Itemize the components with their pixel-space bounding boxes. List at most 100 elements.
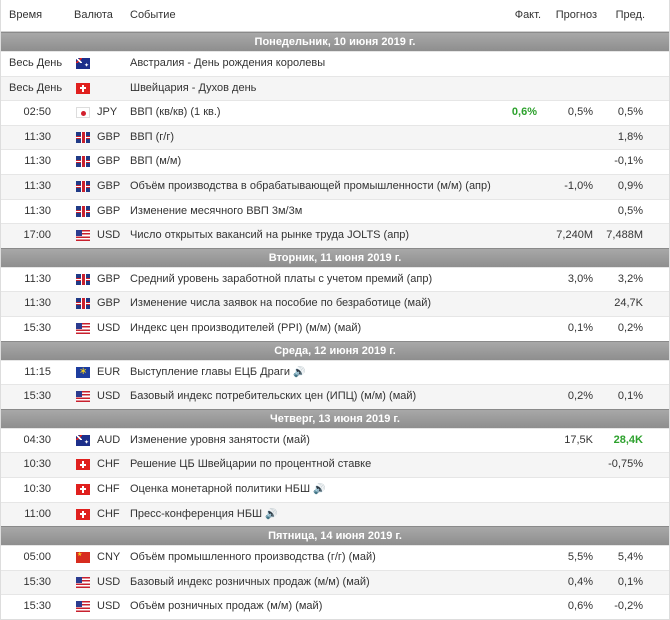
event-row[interactable]: 04:30 AUD Изменение уровня занятости (май)… bbox=[1, 427, 669, 453]
event-actual: 0,6% bbox=[511, 106, 537, 119]
event-currency: JPY bbox=[97, 106, 118, 119]
header-previous[interactable]: Пред. bbox=[616, 9, 645, 21]
day-header: Понедельник, 10 июня 2019 г. bbox=[1, 32, 669, 51]
event-time: 15:30 bbox=[23, 321, 51, 334]
event-title-text: Объём розничных продаж (м/м) (май) bbox=[130, 600, 323, 613]
event-previous: 0,1% bbox=[617, 575, 643, 588]
switzerland-flag-icon bbox=[76, 82, 90, 94]
event-forecast: 5,5% bbox=[567, 551, 593, 564]
event-row[interactable]: 11:00 CHF Пресс-конференция НБШ 🔊 bbox=[1, 501, 669, 527]
event-row[interactable]: 15:30 USD Базовый индекс розничных продаж … bbox=[1, 569, 669, 595]
event-forecast: 0,4% bbox=[567, 575, 593, 588]
event-title[interactable]: Изменение числа заявок на пособие по без… bbox=[130, 292, 431, 315]
event-title[interactable]: Австралия - День рождения королевы bbox=[130, 52, 325, 75]
event-previous: 5,4% bbox=[617, 551, 643, 564]
event-title[interactable]: Индекс цен производителей (PPI) (м/м) (м… bbox=[130, 317, 361, 340]
event-previous: 0,1% bbox=[617, 390, 643, 403]
event-title-text: Индекс цен производителей (PPI) (м/м) (м… bbox=[130, 321, 362, 334]
event-previous: -0,1% bbox=[614, 155, 643, 168]
event-title[interactable]: Изменение месячного ВВП 3м/3м bbox=[130, 200, 302, 223]
event-title-text: Базовый индекс розничных продаж (м/м) (м… bbox=[130, 575, 370, 588]
event-time: Весь День bbox=[9, 57, 63, 69]
event-title-text: ВВП (г/г) bbox=[130, 130, 175, 143]
event-row[interactable]: 17:00 USD Число открытых вакансий на рынке… bbox=[1, 223, 669, 248]
uk-flag-icon bbox=[76, 180, 90, 192]
event-row[interactable]: Весь День Австралия - День рождения корол… bbox=[1, 51, 669, 76]
event-currency: USD bbox=[97, 390, 121, 403]
event-title-text: Решение ЦБ Швейцарии по процентной ставк… bbox=[130, 458, 372, 471]
event-title-text: Объём промышленного производства (г/г) (… bbox=[130, 551, 376, 564]
event-row[interactable]: 11:30 GBP Изменение числа заявок на пособи… bbox=[1, 291, 669, 316]
day-header: Пятница, 14 июня 2019 г. bbox=[1, 526, 669, 546]
usa-flag-icon bbox=[76, 576, 90, 588]
event-row[interactable]: 11:30 GBP ВВП (м/м) -0,1% bbox=[1, 149, 669, 174]
header-actual[interactable]: Факт. bbox=[515, 9, 541, 21]
event-title[interactable]: Решение ЦБ Швейцарии по процентной ставк… bbox=[130, 453, 371, 476]
uk-flag-icon bbox=[76, 298, 90, 310]
event-title[interactable]: Базовый индекс потребительских цен (ИПЦ)… bbox=[130, 385, 416, 408]
event-currency: GBP bbox=[97, 297, 121, 310]
event-title[interactable]: Выступление главы ЕЦБ Драги 🔊 bbox=[130, 361, 305, 384]
event-row[interactable]: 11:30 GBP Изменение месячного ВВП 3м/3м 0,5… bbox=[1, 198, 669, 224]
event-time: 02:50 bbox=[23, 106, 51, 119]
event-title[interactable]: Объём производства в обрабатывающей пром… bbox=[130, 175, 491, 198]
event-forecast: -1,0% bbox=[564, 179, 593, 192]
event-title[interactable]: Число открытых вакансий на рынке труда J… bbox=[130, 224, 409, 247]
event-previous: 0,5% bbox=[617, 204, 643, 217]
event-previous: 3,2% bbox=[617, 272, 643, 285]
event-forecast: 3,0% bbox=[567, 272, 593, 285]
event-row[interactable]: 10:30 CHF Оценка монетарной политики НБШ 🔊 bbox=[1, 476, 669, 502]
event-previous: 0,2% bbox=[617, 321, 643, 334]
japan-flag-icon bbox=[76, 107, 90, 119]
event-row[interactable]: 15:30 USD Индекс цен производителей (PPI) … bbox=[1, 315, 669, 341]
event-currency: EUR bbox=[97, 365, 121, 378]
event-previous: 0,9% bbox=[617, 179, 643, 192]
event-title[interactable]: Швейцария - Духов день bbox=[130, 77, 256, 100]
event-row[interactable]: 11:15 EUR Выступление главы ЕЦБ Драги🔊 bbox=[1, 359, 669, 385]
event-title-text: ВВП (м/м) bbox=[130, 155, 182, 168]
event-time: 11:30 bbox=[24, 179, 51, 192]
event-title[interactable]: Средний уровень заработной платы с учето… bbox=[130, 268, 432, 291]
event-currency: GBP bbox=[97, 130, 121, 143]
usa-flag-icon bbox=[76, 391, 90, 403]
event-row[interactable]: 15:30 USD Базовый индекс потребительских ц… bbox=[1, 384, 669, 409]
event-time: 17:00 bbox=[23, 229, 51, 242]
event-row[interactable]: 10:30 CHF Решение ЦБ Швейцарии по процентн… bbox=[1, 452, 669, 477]
event-row[interactable]: 11:30 GBP Средний уровень заработной платы… bbox=[1, 266, 669, 292]
event-forecast: 0,2% bbox=[567, 390, 593, 403]
event-title-text: Изменение числа заявок на пособие по без… bbox=[130, 297, 432, 310]
event-currency: GBP bbox=[97, 204, 121, 217]
event-title-text: Пресс-конференция НБШ bbox=[130, 507, 263, 520]
event-currency: AUD bbox=[97, 433, 121, 446]
event-time: 11:30 bbox=[24, 130, 51, 143]
header-time[interactable]: Время bbox=[9, 9, 42, 21]
event-title[interactable]: ВВП (кв/кв) (1 кв.) bbox=[130, 101, 221, 124]
event-row[interactable]: 05:00 CNY Объём промышленного производства… bbox=[1, 545, 669, 570]
event-title[interactable]: ВВП (г/г) bbox=[130, 126, 174, 149]
event-title[interactable]: Объём промышленного производства (г/г) (… bbox=[130, 546, 376, 569]
event-row[interactable]: Весь День Швейцария - Духов день bbox=[1, 75, 669, 101]
event-row[interactable]: 11:30 GBP Объём производства в обрабатываю… bbox=[1, 173, 669, 199]
header-event[interactable]: Событие bbox=[130, 9, 176, 21]
event-title[interactable]: Изменение уровня занятости (май) bbox=[130, 429, 310, 452]
event-title[interactable]: ВВП (м/м) bbox=[130, 150, 181, 173]
event-title[interactable]: Базовый индекс розничных продаж (м/м) (м… bbox=[130, 571, 370, 594]
event-row[interactable]: 02:50 JPY ВВП (кв/кв) (1 кв.) 0,6% 0,5% 0,5% bbox=[1, 100, 669, 125]
event-title[interactable]: Оценка монетарной политики НБШ 🔊 bbox=[130, 478, 326, 501]
speech-icon: 🔊 bbox=[293, 366, 306, 378]
event-time: 11:30 bbox=[24, 272, 51, 285]
event-previous: 0,5% bbox=[617, 106, 643, 119]
event-title-text: Швейцария - Духов день bbox=[130, 81, 257, 94]
event-title[interactable]: Пресс-конференция НБШ 🔊 bbox=[130, 503, 278, 526]
china-flag-icon bbox=[76, 552, 90, 564]
header-forecast[interactable]: Прогноз bbox=[556, 9, 597, 21]
header-currency[interactable]: Валюта bbox=[74, 9, 113, 21]
event-forecast: 0,1% bbox=[567, 321, 593, 334]
day-header: Вторник, 11 июня 2019 г. bbox=[1, 247, 669, 267]
usa-flag-icon bbox=[76, 322, 90, 334]
event-row[interactable]: 11:30 GBP ВВП (г/г) 1,8% bbox=[1, 124, 669, 150]
event-currency: CHF bbox=[97, 507, 120, 520]
day-header: Среда, 12 июня 2019 г. bbox=[1, 340, 669, 360]
event-time: 11:30 bbox=[24, 155, 51, 168]
day-header: Четверг, 13 июня 2019 г. bbox=[1, 408, 669, 428]
